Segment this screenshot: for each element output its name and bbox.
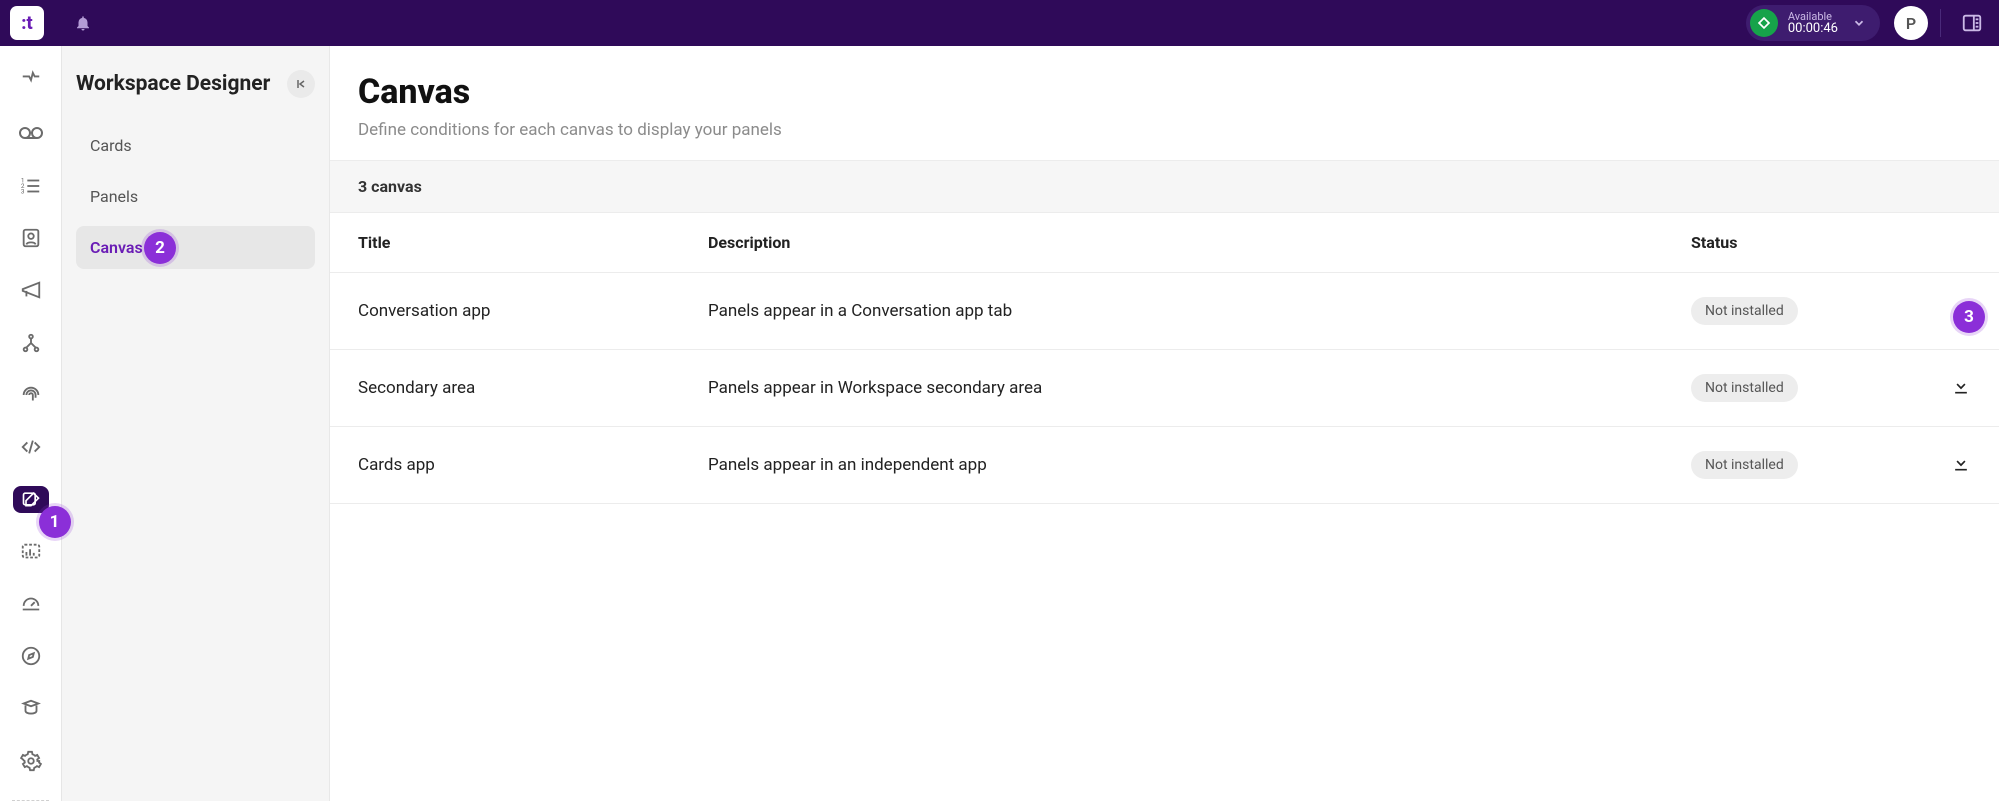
table-row[interactable]: Conversation app Panels appear in a Conv… <box>330 273 1999 350</box>
col-header-description: Description <box>680 213 1663 273</box>
page-subtitle: Define conditions for each canvas to dis… <box>358 120 1971 140</box>
main-content: Canvas Define conditions for each canvas… <box>330 46 1999 801</box>
status-time: 00:00:46 <box>1788 22 1838 35</box>
sidepanel-item-cards[interactable]: Cards <box>76 124 315 167</box>
sidepanel-header: Workspace Designer <box>76 70 315 98</box>
user-avatar[interactable]: P <box>1894 6 1928 40</box>
side-drawer-toggle[interactable] <box>1955 12 1989 34</box>
rail-item-integrations[interactable] <box>13 329 49 355</box>
rail-item-workspace-designer[interactable]: 1 <box>13 486 49 512</box>
svg-text:3: 3 <box>20 187 24 195</box>
topbar: :t Available 00:00:46 P <box>0 0 1999 46</box>
sidepanel-item-panels[interactable]: Panels <box>76 175 315 218</box>
page-header: Canvas Define conditions for each canvas… <box>330 46 1999 160</box>
status-indicator-icon <box>1750 9 1778 37</box>
avatar-letter: P <box>1906 14 1916 33</box>
app-logo-letter: :t <box>21 13 32 34</box>
cell-status: Not installed <box>1663 350 1923 427</box>
sidepanel-item-canvas[interactable]: Canvas 2 <box>76 226 315 269</box>
chevron-down-icon <box>1852 16 1866 30</box>
cell-title: Cards app <box>330 427 680 504</box>
rail-item-explore[interactable] <box>13 643 49 669</box>
status-text: Available 00:00:46 <box>1788 11 1838 35</box>
download-icon[interactable] <box>1951 453 1971 473</box>
table-header-row: Title Description Status <box>330 213 1999 273</box>
cell-action <box>1923 350 1999 427</box>
sidepanel-item-label: Panels <box>90 187 138 206</box>
rail-item-biometrics[interactable] <box>13 382 49 408</box>
app-logo[interactable]: :t <box>10 6 44 40</box>
canvas-count: 3 canvas <box>330 160 1999 213</box>
status-badge: Not installed <box>1691 374 1798 402</box>
sidepanel-title: Workspace Designer <box>76 72 270 96</box>
page-title: Canvas <box>358 72 1971 112</box>
sidepanel-item-label: Canvas <box>90 238 143 257</box>
cell-description: Panels appear in a Conversation app tab <box>680 273 1663 350</box>
rail-item-settings[interactable] <box>13 748 49 774</box>
sidepanel-item-label: Cards <box>90 136 132 155</box>
download-icon[interactable] <box>1951 299 1971 319</box>
cell-title: Conversation app <box>330 273 680 350</box>
collapse-sidepanel-button[interactable] <box>287 70 315 98</box>
status-badge: Not installed <box>1691 451 1798 479</box>
annotation-2: 2 <box>144 232 176 264</box>
canvas-table: Title Description Status Conversation ap… <box>330 213 1999 504</box>
col-header-title: Title <box>330 213 680 273</box>
rail-item-training[interactable] <box>13 695 49 721</box>
rail-item-list[interactable]: 123 <box>13 173 49 199</box>
sidepanel: Workspace Designer Cards Panels Canvas 2 <box>62 46 330 801</box>
download-icon[interactable] <box>1951 376 1971 396</box>
col-header-actions <box>1923 213 1999 273</box>
availability-status-button[interactable]: Available 00:00:46 <box>1746 5 1880 41</box>
cell-title: Secondary area <box>330 350 680 427</box>
rail-item-contacts[interactable] <box>13 225 49 251</box>
rail-item-routing[interactable] <box>13 68 49 94</box>
nav-rail: 123 1 <box>0 46 62 801</box>
cell-action: 3 <box>1923 273 1999 350</box>
cell-action <box>1923 427 1999 504</box>
topbar-left: :t <box>10 6 94 40</box>
notifications-icon[interactable] <box>72 12 94 34</box>
rail-item-performance[interactable] <box>13 591 49 617</box>
cell-status: Not installed <box>1663 273 1923 350</box>
rail-item-voicemail[interactable] <box>13 120 49 146</box>
cell-status: Not installed <box>1663 427 1923 504</box>
table-row[interactable]: Cards app Panels appear in an independen… <box>330 427 1999 504</box>
cell-description: Panels appear in Workspace secondary are… <box>680 350 1663 427</box>
status-badge: Not installed <box>1691 297 1798 325</box>
cell-description: Panels appear in an independent app <box>680 427 1663 504</box>
divider <box>1940 9 1941 37</box>
rail-item-developer[interactable] <box>13 434 49 460</box>
table-row[interactable]: Secondary area Panels appear in Workspac… <box>330 350 1999 427</box>
rail-item-monitoring[interactable] <box>13 539 49 565</box>
app-body: 123 1 <box>0 46 1999 801</box>
rail-item-campaigns[interactable] <box>13 277 49 303</box>
col-header-status: Status <box>1663 213 1923 273</box>
